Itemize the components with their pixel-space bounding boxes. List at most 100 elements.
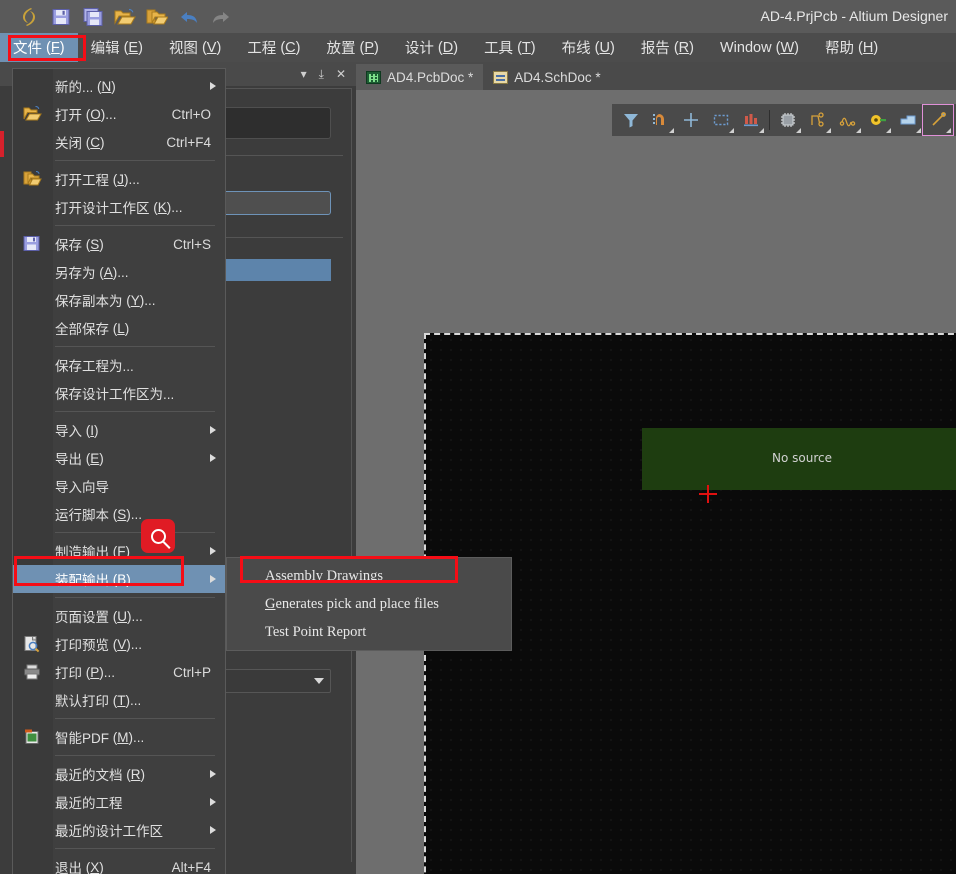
menubar-label: 帮助 bbox=[824, 41, 854, 57]
menu-item-save[interactable]: 保存 (S) Ctrl+S bbox=[13, 230, 225, 258]
menu-item-recent-projects[interactable]: 最近的工程 bbox=[13, 788, 225, 816]
print-preview-icon bbox=[23, 635, 42, 653]
menu-item-fabrication-outputs[interactable]: 制造输出 (F) bbox=[13, 537, 225, 565]
menu-item-import-wizard[interactable]: 导入向导 bbox=[13, 472, 225, 500]
menubar-item-design[interactable]: 设计 (D) bbox=[392, 33, 471, 62]
menu-item-import[interactable]: 导入 (I) bbox=[13, 416, 225, 444]
submenu-arrow-icon bbox=[210, 454, 216, 462]
menu-shortcut: Ctrl+P bbox=[173, 664, 211, 680]
save-icon[interactable] bbox=[48, 4, 74, 29]
component-icon[interactable] bbox=[773, 105, 803, 135]
layer-stack-icon[interactable] bbox=[736, 105, 766, 135]
menu-accel: M bbox=[117, 729, 129, 745]
menu-item-close[interactable]: 关闭 (C) Ctrl+F4 bbox=[13, 128, 225, 156]
undo-icon[interactable] bbox=[176, 4, 202, 29]
menubar-item-help[interactable]: 帮助 (H) bbox=[812, 33, 891, 62]
crosshair-place-icon[interactable] bbox=[676, 105, 706, 135]
open-folder-icon bbox=[23, 105, 42, 123]
menubar-item-place[interactable]: 放置 (P) bbox=[314, 33, 392, 62]
menu-item-open-project[interactable]: 打开工程 (J)... bbox=[13, 165, 225, 193]
tab-ad4-pcbdoc[interactable]: AD4.PcbDoc * bbox=[356, 64, 484, 90]
menubar-item-view[interactable]: 视图 (V) bbox=[156, 33, 234, 62]
menu-item-print[interactable]: 打印 (P)... Ctrl+P bbox=[13, 658, 225, 686]
menu-item-save-as[interactable]: 另存为 (A)... bbox=[13, 258, 225, 286]
menubar-item-file[interactable]: 文件 (F) bbox=[0, 33, 78, 62]
menu-item-open[interactable]: 打开 (O)... Ctrl+O bbox=[13, 100, 225, 128]
menu-item-smart-pdf[interactable]: 智能PDF (M)... bbox=[13, 723, 225, 751]
menubar-label: 放置 bbox=[326, 41, 356, 57]
menu-item-label: 导入向导 bbox=[55, 480, 109, 495]
menu-item-default-print[interactable]: 默认打印 (T)... bbox=[13, 686, 225, 714]
menu-item-assembly-outputs[interactable]: 装配输出 (B) bbox=[13, 565, 225, 593]
panel-menu-icon[interactable]: ▾ bbox=[301, 67, 307, 81]
menu-item-save-project-as[interactable]: 保存工程为... bbox=[13, 351, 225, 379]
via-pad-icon[interactable] bbox=[863, 105, 893, 135]
menu-accel: C bbox=[90, 134, 100, 150]
chevron-down-icon bbox=[314, 678, 324, 684]
tab-ad4-schdoc[interactable]: AD4.SchDoc * bbox=[483, 64, 610, 90]
menu-suffix: ... bbox=[144, 292, 156, 308]
selection-box-icon[interactable] bbox=[706, 105, 736, 135]
pin-icon[interactable]: ⤓ bbox=[319, 67, 324, 82]
menubar-accel: P bbox=[364, 39, 375, 56]
menu-item-open-workspace[interactable]: 打开设计工作区 (K)... bbox=[13, 193, 225, 221]
menu-item-save-all[interactable]: 全部保存 (L) bbox=[13, 314, 225, 342]
menu-separator bbox=[55, 597, 215, 598]
menu-accel: S bbox=[117, 506, 127, 522]
menu-separator bbox=[55, 346, 215, 347]
tab-label: AD4.PcbDoc * bbox=[387, 69, 474, 85]
open-project-icon bbox=[23, 170, 42, 188]
menu-item-recent-documents[interactable]: 最近的文档 (R) bbox=[13, 760, 225, 788]
menu-item-run-script[interactable]: 运行脚本 (S)... bbox=[13, 500, 225, 528]
pcb-canvas-area[interactable]: No source bbox=[356, 90, 956, 874]
filter-icon[interactable] bbox=[616, 105, 646, 135]
submenu-arrow-icon bbox=[210, 798, 216, 806]
menu-separator bbox=[55, 225, 215, 226]
menu-suffix: ... bbox=[130, 506, 143, 522]
magnifier-cursor-icon bbox=[141, 519, 175, 553]
menubar-item-tools[interactable]: 工具 (T) bbox=[471, 33, 549, 62]
menubar-accel: H bbox=[862, 39, 874, 56]
menu-separator bbox=[55, 532, 215, 533]
cursor-crosshair-icon bbox=[699, 485, 717, 503]
menu-item-save-workspace-as[interactable]: 保存设计工作区为... bbox=[13, 379, 225, 407]
menu-item-label: 打开 bbox=[55, 108, 82, 123]
menu-item-exit[interactable]: 退出 (X) Alt+F4 bbox=[13, 853, 225, 874]
toolbar-separator bbox=[769, 110, 770, 130]
menu-suffix: ... bbox=[171, 199, 183, 215]
save-icon bbox=[23, 235, 42, 253]
menu-item-export[interactable]: 导出 (E) bbox=[13, 444, 225, 472]
menubar-label: 报告 bbox=[640, 41, 670, 57]
menu-suffix: ... bbox=[103, 664, 116, 680]
menubar-item-reports[interactable]: 报告 (R) bbox=[628, 33, 707, 62]
menubar-item-route[interactable]: 布线 (U) bbox=[549, 33, 628, 62]
menubar-label: 工程 bbox=[247, 41, 277, 57]
menu-item-save-copy-as[interactable]: 保存副本为 (Y)... bbox=[13, 286, 225, 314]
menu-item-recent-workspaces[interactable]: 最近的设计工作区 bbox=[13, 816, 225, 844]
close-panel-icon[interactable]: ✕ bbox=[336, 67, 346, 81]
menu-item-page-setup[interactable]: 页面设置 (U)... bbox=[13, 602, 225, 630]
route-track-icon[interactable] bbox=[803, 105, 833, 135]
redo-icon[interactable] bbox=[208, 4, 234, 29]
open-project-icon[interactable] bbox=[144, 4, 170, 29]
menubar-item-edit[interactable]: 编辑 (E) bbox=[78, 33, 156, 62]
submenu-item-assembly-drawings[interactable]: Assembly Drawings bbox=[227, 562, 511, 590]
menu-item-print-preview[interactable]: 打印预览 (V)... bbox=[13, 630, 225, 658]
menu-suffix: ... bbox=[117, 264, 129, 280]
menu-item-new[interactable]: 新的... (N) bbox=[13, 72, 225, 100]
polygon-pour-icon[interactable] bbox=[893, 105, 923, 135]
open-icon[interactable] bbox=[112, 4, 138, 29]
save-all-icon[interactable] bbox=[80, 4, 106, 29]
menubar-item-project[interactable]: 工程 (C) bbox=[234, 33, 313, 62]
magnet-snap-icon[interactable] bbox=[646, 105, 676, 135]
menubar-accel: W bbox=[780, 39, 795, 56]
submenu-item-test-point-report[interactable]: Test Point Report bbox=[227, 618, 511, 646]
submenu-item-pick-and-place[interactable]: Generates pick and place files bbox=[227, 590, 511, 618]
window-title: AD-4.PrjPcb - Altium Designer bbox=[760, 8, 948, 24]
board-region[interactable]: No source bbox=[642, 428, 956, 490]
dimension-icon[interactable] bbox=[922, 104, 954, 136]
submenu-label-rest: ssembly Drawings bbox=[275, 567, 384, 584]
altium-logo-icon[interactable] bbox=[16, 4, 42, 29]
differential-pair-icon[interactable] bbox=[833, 105, 863, 135]
menubar-item-window[interactable]: Window (W) bbox=[707, 33, 812, 62]
